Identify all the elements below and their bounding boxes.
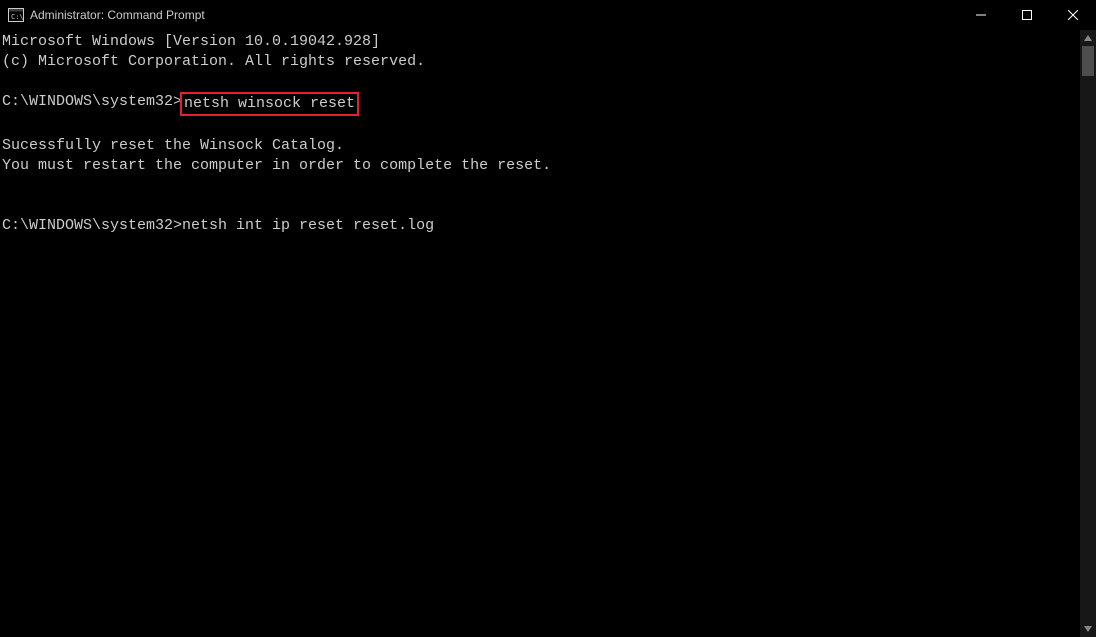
cmd-icon: C:\ — [8, 8, 24, 22]
typed-command: netsh int ip reset reset.log — [182, 216, 434, 236]
chevron-down-icon[interactable] — [1080, 621, 1096, 637]
titlebar[interactable]: C:\ Administrator: Command Prompt — [0, 0, 1096, 30]
blank-line — [2, 196, 1080, 216]
chevron-up-icon[interactable] — [1080, 30, 1096, 46]
highlighted-command: netsh winsock reset — [180, 92, 359, 116]
content-area: Microsoft Windows [Version 10.0.19042.92… — [0, 30, 1096, 637]
terminal-output[interactable]: Microsoft Windows [Version 10.0.19042.92… — [0, 30, 1080, 637]
maximize-button[interactable] — [1004, 0, 1050, 30]
vertical-scrollbar[interactable] — [1080, 30, 1096, 637]
prompt-line: C:\WINDOWS\system32>netsh int ip reset r… — [2, 216, 1080, 236]
output-line: Sucessfully reset the Winsock Catalog. — [2, 136, 1080, 156]
scroll-thumb[interactable] — [1082, 46, 1094, 76]
blank-line — [2, 176, 1080, 196]
blank-line — [2, 72, 1080, 92]
command-prompt-window: C:\ Administrator: Command Prompt Micros… — [0, 0, 1096, 637]
prompt-line: C:\WINDOWS\system32>netsh winsock reset — [2, 92, 1080, 116]
scroll-track[interactable] — [1080, 46, 1096, 621]
svg-text:C:\: C:\ — [11, 13, 24, 21]
output-line: You must restart the computer in order t… — [2, 156, 1080, 176]
prompt-path: C:\WINDOWS\system32> — [2, 92, 182, 112]
window-title: Administrator: Command Prompt — [30, 8, 205, 22]
window-controls — [958, 0, 1096, 30]
banner-line: (c) Microsoft Corporation. All rights re… — [2, 52, 1080, 72]
blank-line — [2, 116, 1080, 136]
banner-line: Microsoft Windows [Version 10.0.19042.92… — [2, 32, 1080, 52]
prompt-path: C:\WINDOWS\system32> — [2, 216, 182, 236]
close-button[interactable] — [1050, 0, 1096, 30]
minimize-button[interactable] — [958, 0, 1004, 30]
